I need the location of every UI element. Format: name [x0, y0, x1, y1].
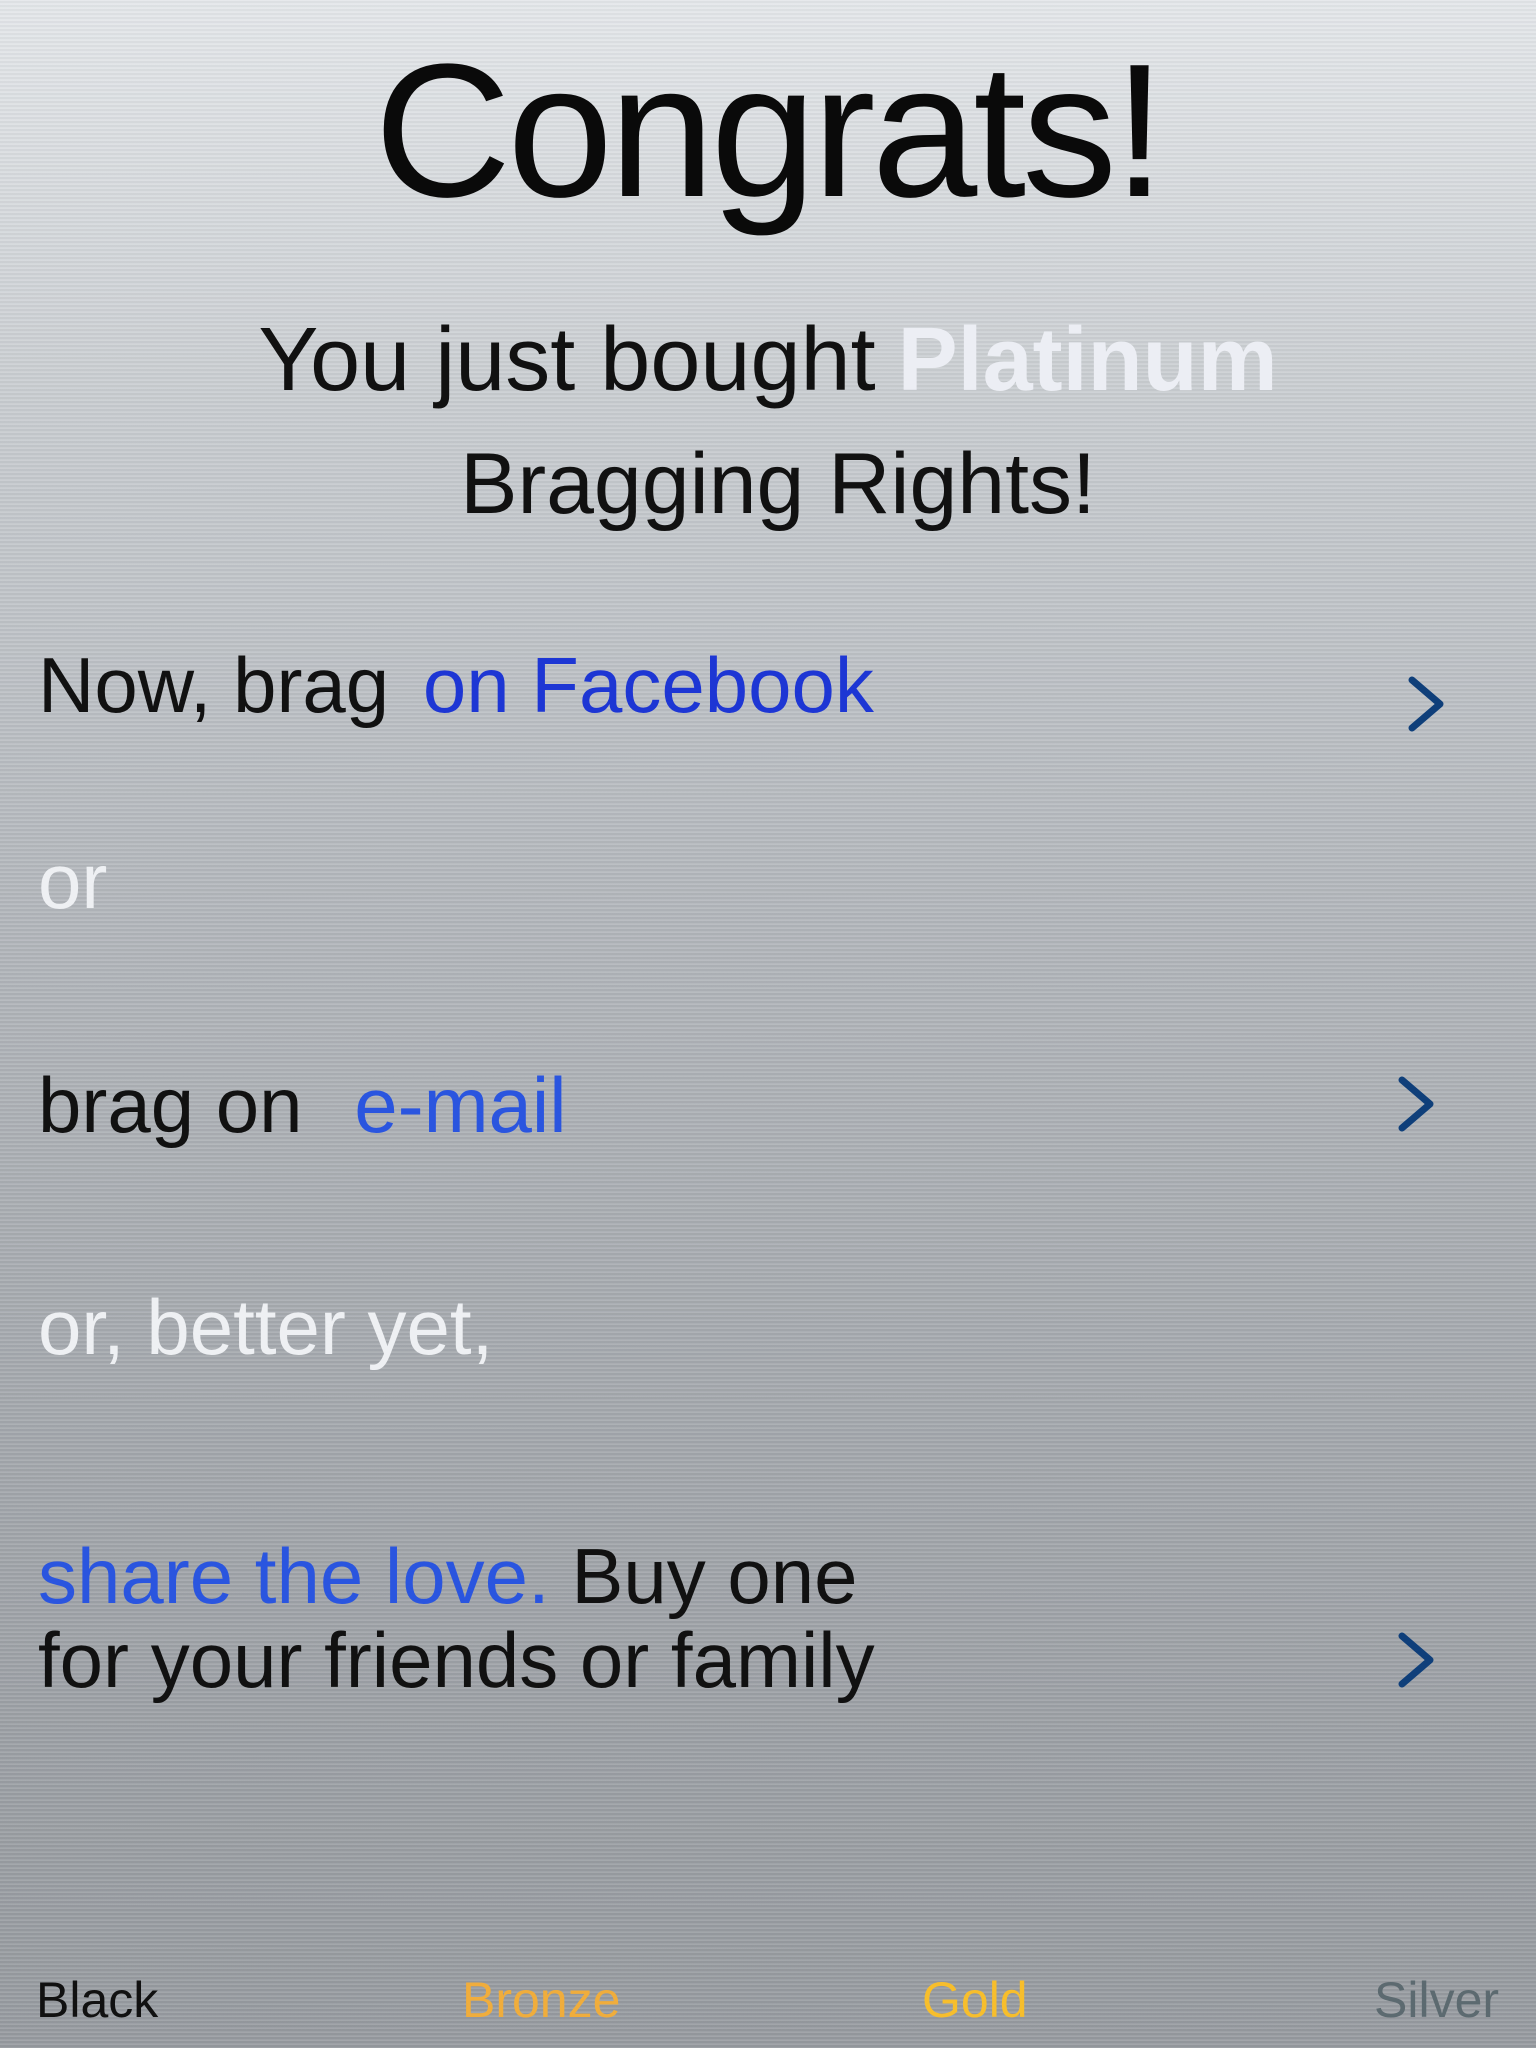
- share-love-line1-rest: Buy one: [571, 1532, 858, 1620]
- brag-facebook-prefix: Now, brag: [38, 641, 390, 729]
- or-better-yet-separator: or, better yet,: [38, 1283, 494, 1371]
- chevron-right-icon[interactable]: [1394, 1074, 1438, 1134]
- chevron-right-icon[interactable]: [1404, 674, 1448, 734]
- brag-email-row[interactable]: brag on e-mail: [0, 1050, 1536, 1170]
- facebook-link[interactable]: on Facebook: [423, 641, 874, 729]
- share-love-text: share the love. Buy one for your friends…: [38, 1534, 875, 1702]
- brag-facebook-row[interactable]: Now, brag on Facebook: [0, 630, 1536, 750]
- purchase-message: You just bought Platinum: [0, 310, 1536, 410]
- share-love-line2: for your friends or family: [38, 1616, 875, 1704]
- tab-bronze[interactable]: Bronze: [462, 1970, 620, 2030]
- tab-black[interactable]: Black: [36, 1970, 158, 2030]
- purchase-message-prefix: You just bought: [258, 310, 876, 410]
- tab-gold[interactable]: Gold: [922, 1970, 1028, 2030]
- page-title: Congrats!: [374, 25, 1166, 237]
- or-separator: or: [38, 837, 108, 925]
- brag-email-text: brag on e-mail: [38, 1060, 567, 1150]
- share-love-link[interactable]: share the love.: [38, 1532, 550, 1620]
- chevron-right-icon[interactable]: [1394, 1630, 1438, 1690]
- tab-silver[interactable]: Silver: [1374, 1970, 1499, 2030]
- email-link[interactable]: e-mail: [354, 1061, 566, 1149]
- brag-facebook-text: Now, brag on Facebook: [38, 640, 874, 730]
- purchase-message-suffix: Bragging Rights!: [460, 436, 1096, 532]
- tier-name: Platinum: [897, 310, 1278, 410]
- share-love-row[interactable]: share the love. Buy one for your friends…: [0, 1530, 1536, 1710]
- brag-email-prefix: brag on: [38, 1061, 303, 1149]
